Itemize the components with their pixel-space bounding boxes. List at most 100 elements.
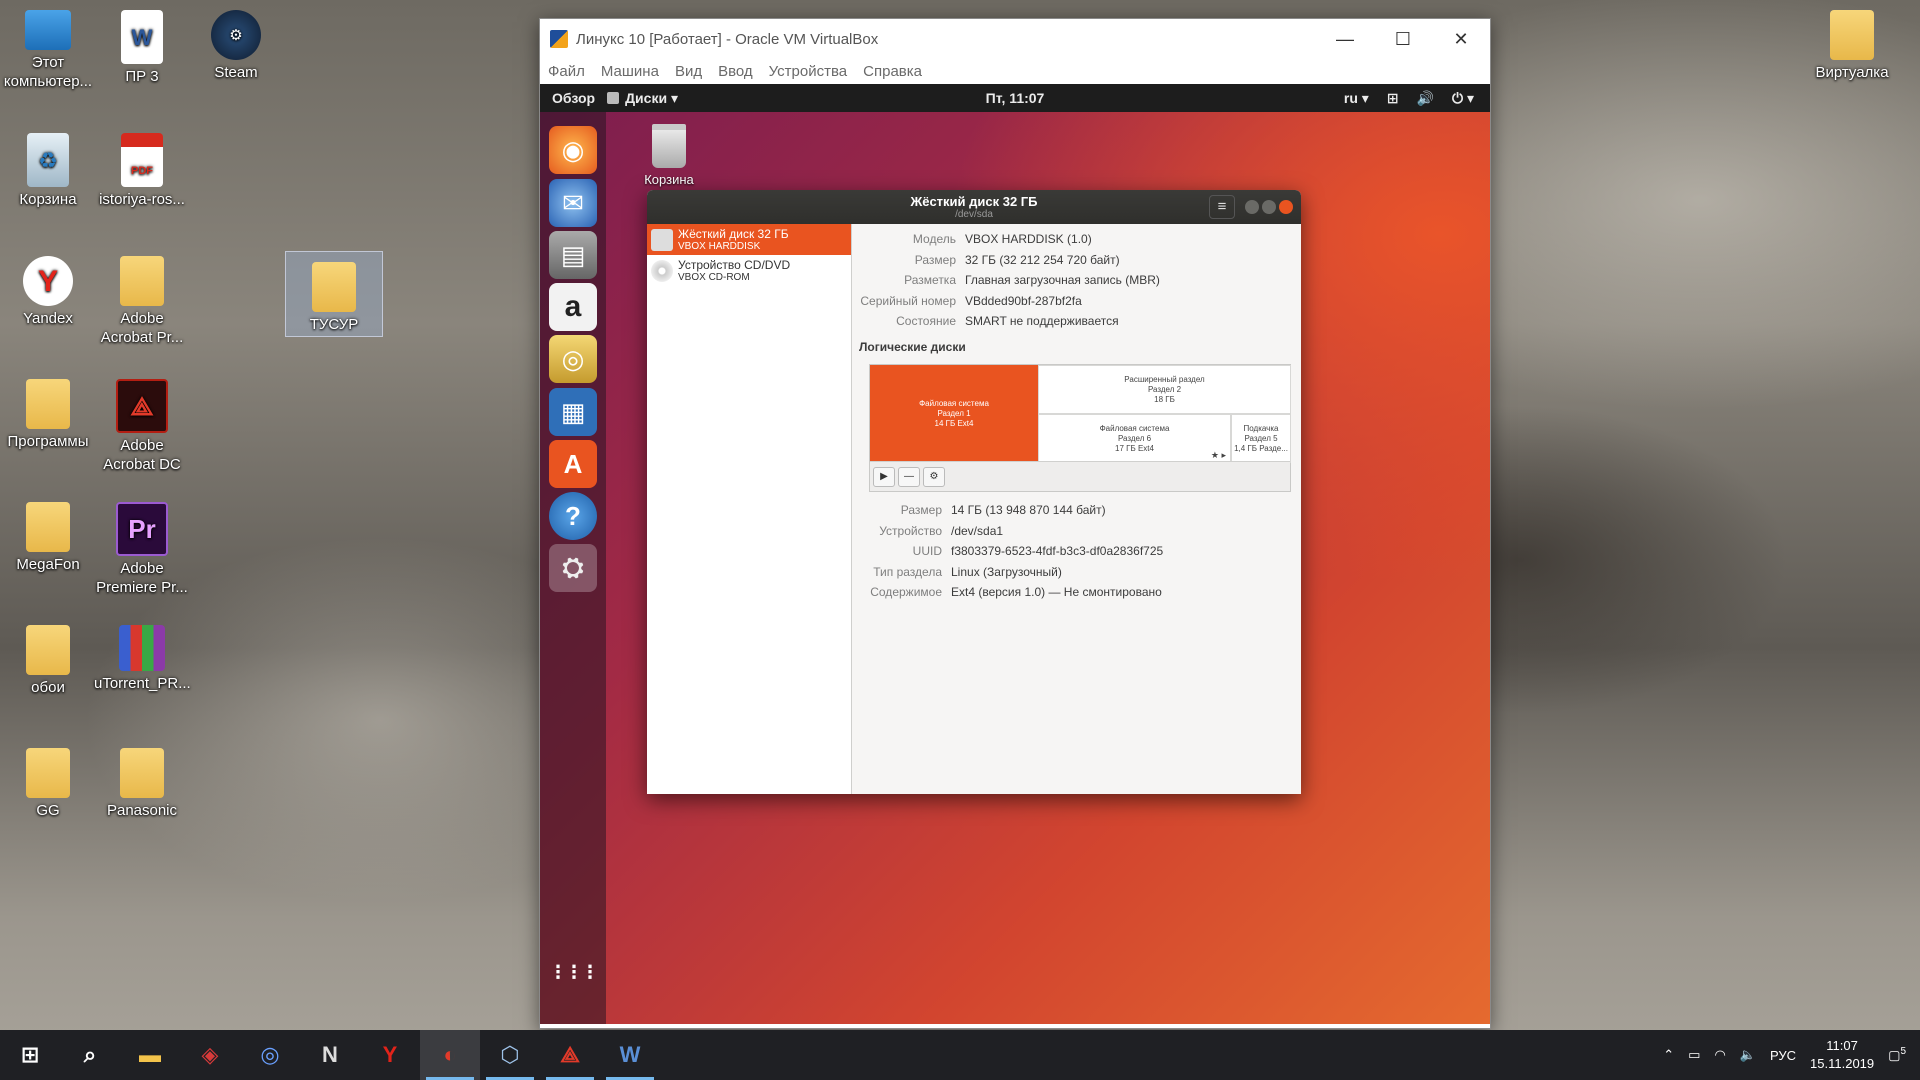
- trash-label: Корзина: [644, 172, 694, 187]
- desktop-icon-label: Panasonic: [106, 802, 178, 819]
- device-list: Жёсткий диск 32 ГБ VBOX HARDDISK Устройс…: [647, 224, 852, 794]
- device-name: Устройство CD/DVD: [678, 257, 791, 272]
- battery-icon[interactable]: ▭: [1688, 1047, 1700, 1063]
- opera-icon[interactable]: ◐: [420, 1030, 480, 1080]
- help-icon[interactable]: ?: [549, 492, 597, 540]
- desktop-icon-yandex[interactable]: Y Yandex: [0, 246, 96, 328]
- folder-icon: [120, 256, 164, 306]
- desktop-icon-utorrent[interactable]: uTorrent_PR...: [94, 615, 191, 693]
- amazon-icon[interactable]: a: [549, 283, 597, 331]
- desktop-icon-megafon[interactable]: MegaFon: [0, 492, 96, 574]
- desktop-icon-oboi[interactable]: обои: [0, 615, 96, 697]
- vbox-titlebar[interactable]: Линукс 10 [Работает] - Oracle VM Virtual…: [540, 19, 1490, 59]
- disks-icon[interactable]: ⛭: [549, 544, 597, 592]
- disks-headerbar[interactable]: Жёсткий диск 32 ГБ /dev/sda ≡: [647, 190, 1301, 224]
- ubuntu-guest-screen[interactable]: Обзор Диски ▾ Пт, 11:07 ru ▾ ⊞ 🔊 ⏻ ▾ ◉ ✉…: [540, 84, 1490, 1024]
- partition-1[interactable]: Файловая система Раздел 1 14 ГБ Ext4: [870, 365, 1038, 463]
- volume-toolbar: ▶ — ⚙: [870, 461, 1290, 491]
- prop-serial: Серийный номер VBdded90bf-287bf2fa: [860, 293, 1082, 308]
- desktop-icon-label: uTorrent_PR...: [94, 675, 191, 692]
- prop-volume-size: Размер 14 ГБ (13 948 870 144 байт): [900, 503, 1106, 518]
- chevron-up-icon[interactable]: ⌃: [1663, 1047, 1674, 1063]
- desktop-icon-adobe-acrobat-pr[interactable]: Adobe Acrobat Pr...: [94, 246, 190, 347]
- prop-uuid: UUID f3803379-6523-4fdf-b3c3-df0a2836f725: [912, 544, 1164, 559]
- menu-input[interactable]: Ввод: [718, 63, 753, 80]
- show-applications-icon[interactable]: ⋮⋮⋮: [549, 948, 599, 996]
- game-app-icon[interactable]: ◈: [180, 1030, 240, 1080]
- desktop-icon-adobe-acrobat-dc[interactable]: ⟁ Adobe Acrobat DC: [94, 369, 190, 474]
- ubuntu-trash[interactable]: Корзина: [636, 124, 702, 187]
- minimize-button[interactable]: —: [1316, 29, 1374, 50]
- folder-icon: [26, 625, 70, 675]
- desktop-icon-this-pc[interactable]: Этот компьютер...: [0, 0, 96, 91]
- close-button[interactable]: ✕: [1432, 29, 1490, 50]
- rhythmbox-icon[interactable]: ◎: [549, 335, 597, 383]
- start-button[interactable]: ⊞: [0, 1030, 60, 1080]
- maximize-button[interactable]: ☐: [1374, 29, 1432, 50]
- notifications-icon[interactable]: ▢5: [1888, 1046, 1906, 1063]
- partition-2-extended[interactable]: Расширенный раздел Раздел 2 18 ГБ: [1038, 365, 1291, 414]
- folder-icon: [312, 262, 356, 312]
- menu-file[interactable]: Файл: [548, 63, 585, 80]
- keyboard-layout[interactable]: ru ▾: [1344, 90, 1369, 107]
- desktop-icon-label: ПР 3: [125, 68, 159, 85]
- partition-6[interactable]: Файловая система Раздел 6 17 ГБ Ext4 ★ ▸: [1038, 414, 1231, 463]
- virtualbox-taskbar-icon[interactable]: ⬡: [480, 1030, 540, 1080]
- desktop-icon-label: ТУСУР: [309, 316, 359, 333]
- acrobat-taskbar-icon[interactable]: ⟁: [540, 1030, 600, 1080]
- maximize-button[interactable]: [1262, 200, 1276, 214]
- device-name: Жёсткий диск 32 ГБ: [678, 226, 789, 241]
- file-explorer-icon[interactable]: ▬: [120, 1030, 180, 1080]
- ubuntu-top-bar: Обзор Диски ▾ Пт, 11:07 ru ▾ ⊞ 🔊 ⏻ ▾: [540, 84, 1490, 112]
- vbox-title: Линукс 10 [Работает] - Oracle VM Virtual…: [576, 30, 879, 48]
- drive-properties: Модель VBOX HARDDISK (1.0) Размер 32 ГБ (3…: [853, 224, 1301, 332]
- desktop-icon-istoriya[interactable]: PDF istoriya-ros...: [94, 123, 190, 209]
- recycle-bin-icon: ♻: [27, 133, 69, 187]
- folder-icon: [26, 748, 70, 798]
- libreoffice-writer-icon[interactable]: ▦: [549, 388, 597, 436]
- network-icon[interactable]: ⊞: [1387, 90, 1399, 107]
- pdf-icon: PDF: [121, 133, 163, 187]
- desktop-icon-label: Adobe Acrobat DC: [103, 437, 181, 473]
- delete-partition-button[interactable]: —: [898, 466, 920, 487]
- thunderbird-icon[interactable]: ✉: [549, 179, 597, 227]
- device-item-cdrom[interactable]: Устройство CD/DVD VBOX CD-ROM: [647, 255, 851, 286]
- mount-button[interactable]: ▶: [873, 466, 895, 487]
- app-menu[interactable]: Диски ▾: [607, 90, 678, 107]
- power-icon[interactable]: ⏻ ▾: [1452, 90, 1474, 107]
- device-item-harddisk[interactable]: Жёсткий диск 32 ГБ VBOX HARDDISK: [647, 224, 851, 255]
- partition-5-swap[interactable]: Подкачка Раздел 5 1,4 ГБ Разде...: [1231, 414, 1291, 463]
- close-button[interactable]: [1279, 200, 1293, 214]
- desktop-icon-steam[interactable]: ⚙ Steam: [188, 0, 284, 82]
- yandex-browser-icon[interactable]: Y: [360, 1030, 420, 1080]
- desktop-icon-tusur[interactable]: ТУСУР: [285, 251, 383, 337]
- volume-icon[interactable]: 🔊: [1417, 90, 1434, 107]
- search-icon[interactable]: ⌕: [60, 1030, 120, 1080]
- menu-machine[interactable]: Машина: [601, 63, 659, 80]
- wifi-icon[interactable]: ◠: [1714, 1047, 1725, 1063]
- desktop-icon-recycle-bin[interactable]: ♻ Корзина: [0, 123, 96, 209]
- folder-icon: [26, 502, 70, 552]
- volume-icon[interactable]: 🔈: [1740, 1047, 1756, 1063]
- firefox-icon[interactable]: ◉: [549, 126, 597, 174]
- browser-app-icon[interactable]: ◎: [240, 1030, 300, 1080]
- partition-options-button[interactable]: ⚙: [923, 466, 945, 487]
- activities-button[interactable]: Обзор: [540, 90, 607, 106]
- input-language[interactable]: РУС: [1770, 1048, 1796, 1063]
- software-center-icon[interactable]: A: [549, 440, 597, 488]
- hamburger-menu-button[interactable]: ≡: [1209, 195, 1235, 219]
- word-taskbar-icon[interactable]: W: [600, 1030, 660, 1080]
- files-icon[interactable]: ▤: [549, 231, 597, 279]
- menu-view[interactable]: Вид: [675, 63, 702, 80]
- desktop-icon-programs[interactable]: Программы: [0, 369, 96, 451]
- desktop-icon-pr3[interactable]: W ПР 3: [94, 0, 190, 86]
- n-app-icon[interactable]: N: [300, 1030, 360, 1080]
- desktop-icon-premiere[interactable]: Pr Adobe Premiere Pr...: [94, 492, 190, 597]
- menu-devices[interactable]: Устройства: [769, 63, 847, 80]
- desktop-icon-gg[interactable]: GG: [0, 738, 96, 820]
- minimize-button[interactable]: [1245, 200, 1259, 214]
- desktop-icon-panasonic[interactable]: Panasonic: [94, 738, 190, 820]
- menu-help[interactable]: Справка: [863, 63, 922, 80]
- clock[interactable]: 11:07 15.11.2019: [1810, 1037, 1874, 1073]
- desktop-icon-virtualka[interactable]: Виртуалка: [1804, 0, 1900, 82]
